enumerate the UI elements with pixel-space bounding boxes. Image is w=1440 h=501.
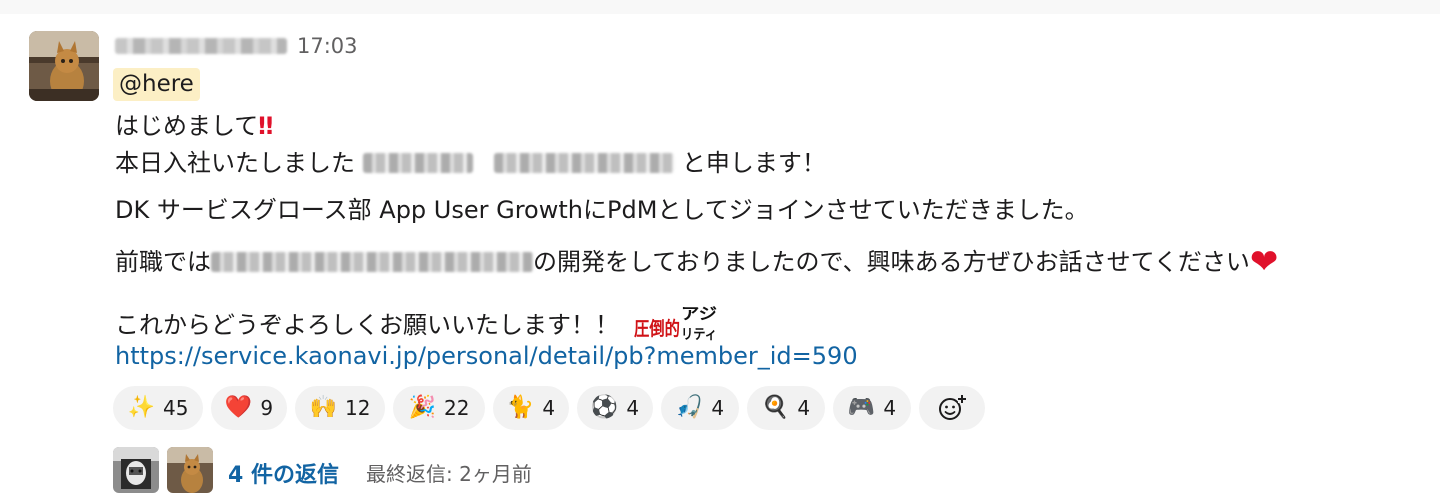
reaction-count: 45 [162,396,189,420]
reaction-party-popper[interactable]: 🎉 22 [393,386,485,430]
stamp-bottom-text: リティ [681,327,717,343]
game-controller-icon: 🎮 [847,395,876,420]
reaction-count: 12 [344,396,371,420]
redacted-name [115,38,287,54]
frying-pan-icon: 🍳 [761,395,790,420]
sender-name[interactable] [115,36,287,56]
greeting-text: はじめまして [115,112,259,140]
soccer-ball-icon: ⚽ [590,395,619,420]
message-line-greeting: はじめまして‼ [115,110,273,142]
message-line-intro: 本日入社いたしました と申します！ [115,147,826,179]
reaction-soccer[interactable]: ⚽ 4 [577,386,653,430]
redacted-text [211,252,533,272]
background-suffix-text: の開発をしておりましたので、興味ある方ぜひお話させてください [533,248,1250,276]
reaction-count: 4 [797,396,811,420]
fishing-icon: 🎣 [675,395,704,420]
reaction-cat[interactable]: 🐈 4 [493,386,569,430]
reaction-game-controller[interactable]: 🎮 4 [833,386,911,430]
reaction-fishing[interactable]: 🎣 4 [661,386,739,430]
reaction-sparkles[interactable]: ✨ 45 [113,386,203,430]
redacted-text [362,153,473,173]
reaction-raised-hands[interactable]: 🙌 12 [295,386,385,430]
avatar[interactable] [29,31,99,101]
intro-text: 本日入社いたしました [115,149,355,177]
reply-avatar [113,447,159,493]
party-popper-icon: 🎉 [408,395,436,420]
reply-count-link[interactable]: 4 件の返信 [228,457,339,489]
message: 17:03 @here はじめまして‼ 本日入社いたしました と申します！ DK… [0,14,1440,501]
heart-icon: ❤️ [224,395,253,420]
reaction-count: 4 [711,396,725,420]
add-reaction-icon [939,395,966,420]
top-divider [0,0,1440,14]
reaction-count: 22 [443,396,470,420]
cat-icon: 🐈 [506,395,535,420]
timestamp[interactable]: 17:03 [297,34,358,58]
reply-avatar [167,447,213,493]
reaction-count: 9 [260,396,274,420]
background-prefix-text: 前職では [115,248,211,276]
last-reply-time: 最終返信: 2ヶ月前 [366,462,532,486]
add-reaction-button[interactable] [919,386,985,430]
message-line-team: DK サービスグロース部 App User GrowthにPdMとしてジョインさ… [115,196,1089,224]
raised-hands-icon: 🙌 [309,395,337,420]
sparkles-icon: ✨ [127,395,155,420]
reaction-count: 4 [542,396,556,420]
heart-icon: ❤ [1249,242,1279,282]
reaction-count: 4 [626,396,640,420]
here-mention[interactable]: @here [113,68,200,101]
double-exclamation-icon: ‼ [258,112,273,140]
intro-suffix-text: と申します！ [681,149,826,177]
redacted-text [494,153,675,173]
stamp-top-text: アジ [681,304,717,323]
reaction-count: 4 [883,396,897,420]
closing-text: これからどうぞよろしくお願いいたします！！ [115,311,619,339]
profile-link[interactable]: https://service.kaonavi.jp/personal/deta… [115,342,858,370]
reaction-heart[interactable]: ❤️ 9 [211,386,287,430]
reaction-frying-pan[interactable]: 🍳 4 [747,386,825,430]
stamp-main-text: 圧倒的 [634,317,680,340]
message-line-background: 前職では の開発をしておりましたので、興味ある方ぜひお話させてください❤ [115,245,1278,279]
